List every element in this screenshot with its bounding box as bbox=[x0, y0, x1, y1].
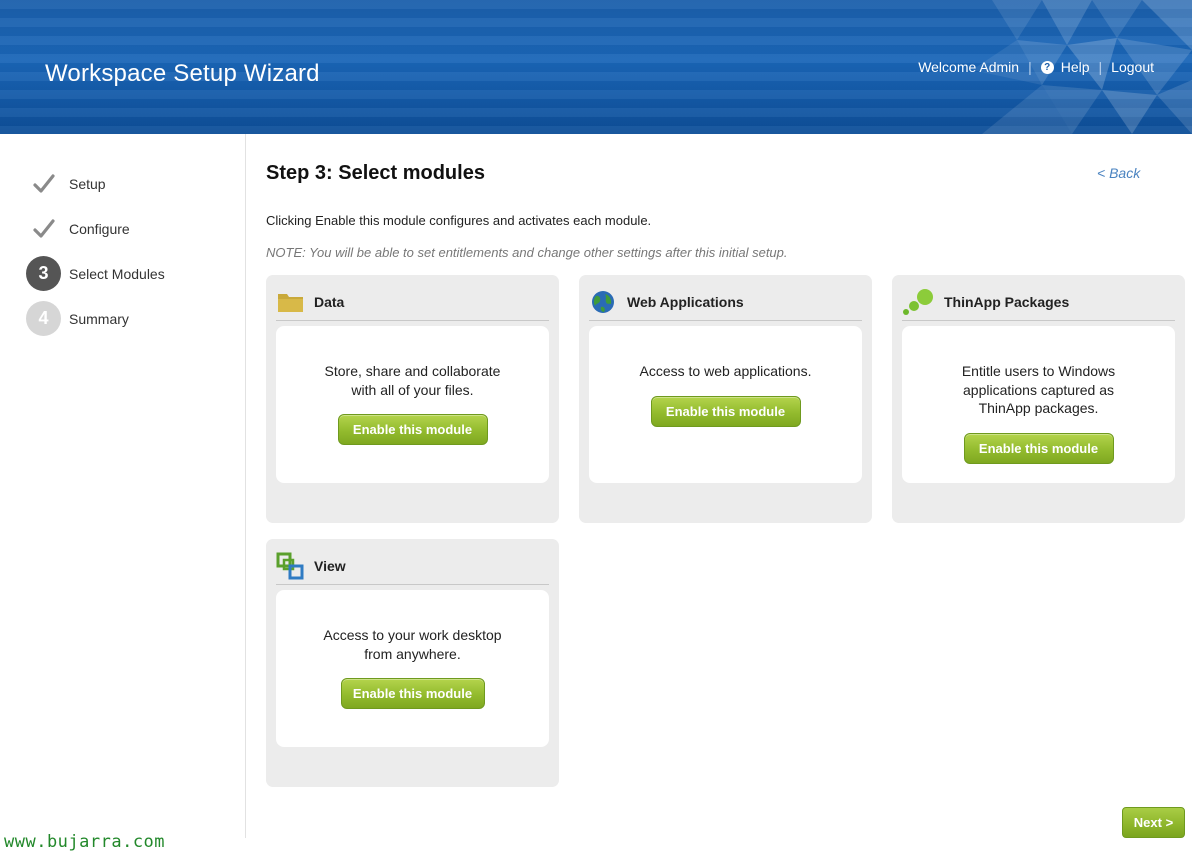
checkmark-icon bbox=[32, 173, 55, 193]
watermark-text: www.bujarra.com bbox=[4, 832, 166, 852]
app-title: Workspace Setup Wizard bbox=[45, 60, 320, 87]
step-select-modules: 3 Select Modules bbox=[26, 256, 165, 291]
card-description: Entitle users to Windows applications ca… bbox=[961, 363, 1116, 416]
thinapp-bubbles-icon bbox=[902, 288, 934, 316]
card-header: Data bbox=[276, 283, 549, 321]
card-header: ThinApp Packages bbox=[902, 283, 1175, 321]
card-body: Store, share and collaborate with all of… bbox=[276, 326, 549, 483]
enable-view-button[interactable]: Enable this module bbox=[340, 678, 485, 709]
module-card-web-applications: Web Applications Access to web applicati… bbox=[579, 275, 872, 523]
step-label: Summary bbox=[69, 310, 129, 327]
module-card-thinapp-packages: ThinApp Packages Entitle users to Window… bbox=[892, 275, 1185, 523]
globe-icon bbox=[589, 288, 617, 316]
step-label: Configure bbox=[69, 220, 130, 237]
enable-thinapp-packages-button[interactable]: Enable this module bbox=[963, 432, 1114, 464]
view-squares-icon bbox=[276, 552, 304, 580]
enable-web-applications-button[interactable]: Enable this module bbox=[650, 395, 801, 427]
wizard-steps-sidebar: Setup Configure 3 Select Modules 4 Summa… bbox=[0, 134, 246, 838]
checkmark-icon bbox=[32, 218, 55, 238]
logout-link[interactable]: Logout bbox=[1111, 59, 1154, 75]
card-title: View bbox=[314, 557, 346, 574]
user-nav: Welcome Admin | ? Help | Logout bbox=[918, 59, 1154, 75]
step-mark: 3 bbox=[26, 256, 61, 291]
step-mark bbox=[26, 211, 61, 246]
card-title: ThinApp Packages bbox=[944, 293, 1070, 310]
step-label: Setup bbox=[69, 175, 106, 192]
step-mark: 4 bbox=[26, 301, 61, 336]
module-card-data: Data Store, share and collaborate with a… bbox=[266, 275, 559, 523]
card-body: Access to your work desktop from anywher… bbox=[276, 590, 549, 747]
nav-separator: | bbox=[1028, 59, 1032, 75]
card-header: View bbox=[276, 547, 549, 585]
card-description: Access to your work desktop from anywher… bbox=[323, 627, 502, 662]
help-link[interactable]: Help bbox=[1061, 59, 1090, 75]
folder-icon bbox=[276, 288, 304, 316]
note-text: NOTE: You will be able to set entitlemen… bbox=[266, 245, 788, 260]
card-header: Web Applications bbox=[589, 283, 862, 321]
card-body: Access to web applications. Enable this … bbox=[589, 326, 862, 483]
step-number-badge: 4 bbox=[26, 301, 61, 336]
card-title: Data bbox=[314, 293, 345, 310]
enable-data-button[interactable]: Enable this module bbox=[337, 414, 488, 445]
help-icon[interactable]: ? bbox=[1040, 60, 1054, 74]
card-description: Access to web applications. bbox=[639, 363, 812, 379]
card-title: Web Applications bbox=[627, 293, 744, 310]
intro-text: Clicking Enable this module configures a… bbox=[266, 213, 652, 228]
welcome-text: Welcome Admin bbox=[918, 59, 1020, 75]
nav-separator: | bbox=[1098, 59, 1103, 75]
step-number-badge: 3 bbox=[26, 256, 61, 291]
step-label: Select Modules bbox=[69, 265, 165, 282]
page-title: Step 3: Select modules bbox=[266, 162, 485, 184]
next-button[interactable]: Next > bbox=[1122, 807, 1185, 838]
card-description: Store, share and collaborate with all of… bbox=[324, 363, 501, 398]
step-summary: 4 Summary bbox=[26, 301, 129, 336]
step-configure: Configure bbox=[26, 211, 130, 246]
step-setup: Setup bbox=[26, 166, 106, 201]
card-body: Entitle users to Windows applications ca… bbox=[902, 326, 1175, 483]
back-link[interactable]: < Back bbox=[1097, 165, 1140, 181]
header-banner: Workspace Setup Wizard Welcome Admin | ?… bbox=[0, 0, 1192, 134]
step-mark bbox=[26, 166, 61, 201]
module-card-view: View Access to your work desktop from an… bbox=[266, 539, 559, 787]
